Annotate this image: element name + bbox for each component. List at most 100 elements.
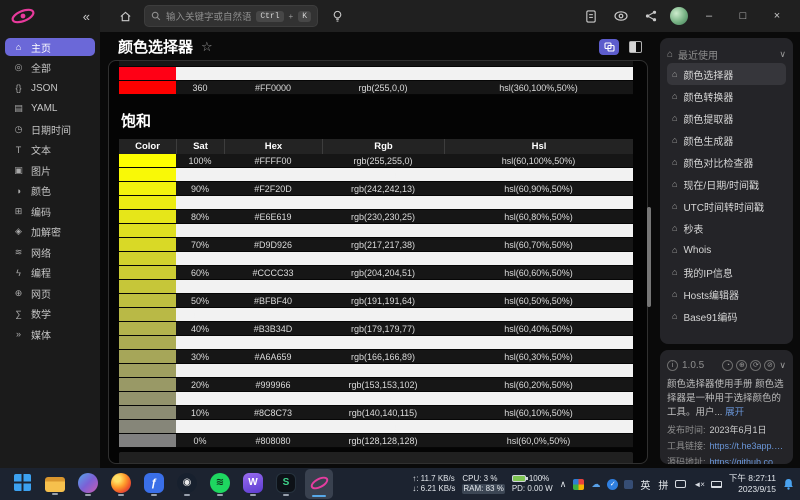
taskbar-app-he3[interactable] xyxy=(305,469,333,499)
volume-muted-icon[interactable]: ◄× xyxy=(693,480,704,489)
tray-icon-defender[interactable] xyxy=(607,479,618,490)
app-icon xyxy=(78,473,98,493)
tray-icons xyxy=(573,479,633,490)
window-maximize-button[interactable]: □ xyxy=(730,10,756,22)
recent-tool-item-hosts-editor[interactable]: ⌂ Hosts编辑器 xyxy=(667,283,786,305)
chevron-down-icon[interactable]: ∨ xyxy=(779,49,786,60)
sidebar-item-label: 加解密 xyxy=(31,224,61,239)
home-button[interactable] xyxy=(114,5,136,27)
sidebar-item-crypto[interactable]: ◈ 加解密 xyxy=(5,223,95,241)
expand-link[interactable]: 展开 xyxy=(725,407,744,418)
touch-keyboard-icon[interactable] xyxy=(675,480,686,488)
sidebar-item-programming[interactable]: ϟ 编程 xyxy=(5,264,95,282)
running-indicator xyxy=(250,494,256,496)
taskbar-app-firefox[interactable] xyxy=(107,469,135,499)
sidebar-item-yaml[interactable]: ▤ YAML xyxy=(5,100,95,118)
window-minimize-button[interactable]: – xyxy=(696,10,722,22)
taskbar-app-steam[interactable] xyxy=(173,469,201,499)
sidebar-item-image[interactable]: ▣ 图片 xyxy=(5,161,95,179)
info-action-icon-palette-circle[interactable]: ◔ xyxy=(722,360,733,371)
browser-preview-icon[interactable] xyxy=(610,5,632,27)
info-action-icon-refresh-circle[interactable]: ⟳ xyxy=(750,360,761,371)
taskbar-app-fapp[interactable] xyxy=(140,469,168,499)
recent-tool-item-utc-to-timestamp[interactable]: ⌂ UTC时间转时间戳 xyxy=(667,195,786,217)
app-logo-icon xyxy=(10,7,36,25)
recent-tool-item-whois[interactable]: ⌂ Whois xyxy=(667,239,786,261)
field-value[interactable]: https://github.com... xyxy=(710,455,786,464)
recent-tool-item-color-generator[interactable]: ⌂ 颜色生成器 xyxy=(667,129,786,151)
field-value[interactable]: 2023年6月1日 xyxy=(710,423,767,439)
saturation-table-row: 90% #F2F20D rgb(242,242,13) hsl(60,90%,5… xyxy=(119,182,633,196)
taskbar-app-explorer[interactable] xyxy=(41,469,69,499)
tool-label: 颜色提取器 xyxy=(683,111,733,126)
taskbar-app-wallpaper[interactable] xyxy=(239,469,267,499)
vertical-scrollbar-thumb[interactable] xyxy=(647,207,651,307)
tool-icon: ⌂ xyxy=(672,267,677,277)
share-icon[interactable] xyxy=(640,5,662,27)
recent-tool-item-color-extractor[interactable]: ⌂ 颜色提取器 xyxy=(667,107,786,129)
compare-button[interactable] xyxy=(599,39,619,55)
running-indicator xyxy=(85,494,91,496)
recent-tool-item-my-ip[interactable]: ⌂ 我的IP信息 xyxy=(667,261,786,283)
recent-tool-item-contrast-checker[interactable]: ⌂ 颜色对比检查器 xyxy=(667,151,786,173)
recent-tool-item-now-date-timestamp[interactable]: ⌂ 现在/日期/时间戳 xyxy=(667,173,786,195)
system-clock[interactable]: 下午 8:27:11 2023/9/15 xyxy=(729,473,776,495)
toggle-right-panel-button[interactable] xyxy=(629,41,642,53)
recent-tool-item-base91[interactable]: ⌂ Base91编码 xyxy=(667,305,786,327)
sidebar-item-label: 网络 xyxy=(31,245,51,260)
recent-tool-item-color-picker[interactable]: ⌂ 颜色选择器 xyxy=(667,63,786,85)
tool-label: UTC时间转时间戳 xyxy=(683,199,764,214)
taskbar-app-session[interactable] xyxy=(272,469,300,499)
search-input[interactable]: 输入关键字或自然语言进... Ctrl + K xyxy=(144,5,318,27)
app-icon xyxy=(308,472,330,494)
app-icon xyxy=(14,474,31,491)
info-action-icon-web-circle[interactable]: ⊕ xyxy=(736,360,747,371)
color-swatch xyxy=(119,336,176,349)
saturation-table-row: 40% #B3B34D rgb(179,179,77) hsl(60,40%,5… xyxy=(119,322,633,336)
taskbar-app-start[interactable] xyxy=(8,469,36,499)
tool-info-header: i 1.0.5 ◔⊕⟳⊘ ∨ xyxy=(667,357,786,373)
window-close-button[interactable]: × xyxy=(764,10,790,22)
sidebar-item-datetime[interactable]: ◷ 日期时间 xyxy=(5,120,95,138)
favorite-star-icon[interactable]: ☆ xyxy=(201,39,213,55)
tray-overflow-chevron[interactable]: ∧ xyxy=(560,479,567,490)
chevron-down-icon[interactable]: ∨ xyxy=(779,360,786,371)
tool-icon: ⌂ xyxy=(672,289,677,299)
changelog-icon[interactable] xyxy=(580,5,602,27)
notification-bell-icon[interactable] xyxy=(783,478,794,490)
user-avatar[interactable] xyxy=(670,7,688,25)
sidebar-item-all[interactable]: ◎ 全部 xyxy=(5,59,95,77)
sidebar-collapse-button[interactable]: « xyxy=(83,9,90,24)
lightbulb-icon[interactable] xyxy=(326,5,348,27)
sidebar-item-web[interactable]: ⊕ 网页 xyxy=(5,284,95,302)
running-indicator xyxy=(184,494,190,496)
taskbar-app-spotify[interactable] xyxy=(206,469,234,499)
taskbar-app-copilot[interactable] xyxy=(74,469,102,499)
color-swatch xyxy=(119,308,176,321)
sidebar-item-math[interactable]: ∑ 数学 xyxy=(5,305,95,323)
sidebar-item-media[interactable]: » 媒体 xyxy=(5,325,95,343)
recent-tool-item-color-converter[interactable]: ⌂ 颜色转换器 xyxy=(667,85,786,107)
sidebar-item-network[interactable]: ≋ 网络 xyxy=(5,243,95,261)
ime-indicator[interactable]: 拼 xyxy=(658,477,668,492)
tray-icon-cloud[interactable] xyxy=(590,479,601,490)
sidebar-item-encoding[interactable]: ⊞ 编码 xyxy=(5,202,95,220)
tray-icon-colors[interactable] xyxy=(573,479,584,490)
page-header: 颜色选择器 ☆ xyxy=(118,36,213,57)
sidebar-item-text[interactable]: T 文本 xyxy=(5,141,95,159)
sidebar-item-json[interactable]: {} JSON xyxy=(5,79,95,97)
sidebar-item-label: 编码 xyxy=(31,204,51,219)
recent-tools-header: ⌂ 最近使用 ∨ xyxy=(667,45,786,63)
ime-indicator[interactable]: 英 xyxy=(640,477,650,492)
tool-icon: ⌂ xyxy=(672,113,677,123)
sidebar-item-home[interactable]: ⌂ 主页 xyxy=(5,38,95,56)
running-indicator xyxy=(283,494,289,496)
info-action-icon-disable-circle[interactable]: ⊘ xyxy=(764,360,775,371)
sidebar-item-color[interactable]: ◑ 颜色 xyxy=(5,182,95,200)
power-mode-icon[interactable] xyxy=(711,481,722,488)
recent-tool-item-stopwatch[interactable]: ⌂ 秒表 xyxy=(667,217,786,239)
app-icon xyxy=(111,473,131,493)
search-placeholder: 输入关键字或自然语言进... xyxy=(166,9,251,23)
tray-icon-faint[interactable] xyxy=(624,480,633,489)
field-value[interactable]: https://t.he3app.co... xyxy=(710,439,786,455)
